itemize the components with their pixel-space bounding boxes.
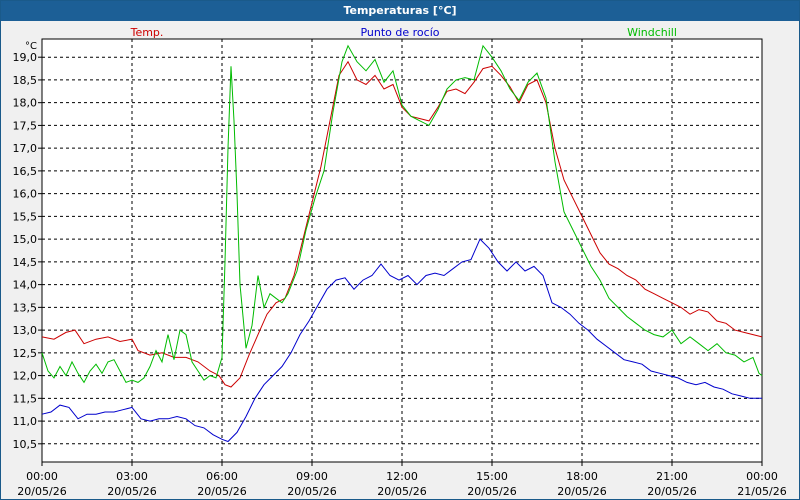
x-axis: 00:00 20/05/26 03:00 20/05/26 06:00 20/05/26 0… bbox=[17, 462, 787, 498]
x-tick-date: 20/05/26 bbox=[287, 485, 336, 498]
x-tick-time: 00:00 bbox=[746, 470, 778, 483]
x-tick-date: 20/05/26 bbox=[557, 485, 606, 498]
x-tick-time: 00:00 bbox=[26, 470, 58, 483]
y-tick-label: 17,0 bbox=[13, 142, 38, 155]
y-tick-label: 19,0 bbox=[13, 51, 38, 64]
y-tick-label: 13,5 bbox=[13, 301, 38, 314]
x-tick-time: 12:00 bbox=[386, 470, 418, 483]
y-axis-unit: °C bbox=[25, 41, 37, 52]
y-tick-label: 16,0 bbox=[13, 188, 38, 201]
x-tick-time: 06:00 bbox=[206, 470, 238, 483]
y-tick-label: 12,5 bbox=[13, 347, 38, 360]
x-tick-time: 15:00 bbox=[476, 470, 508, 483]
x-tick-date: 21/05/26 bbox=[737, 485, 786, 498]
x-tick-date: 20/05/26 bbox=[17, 485, 66, 498]
x-tick-time: 18:00 bbox=[566, 470, 598, 483]
x-tick-date: 20/05/26 bbox=[647, 485, 696, 498]
chart-window: Temperaturas [°C] 10,5 11,0 11,5 12,0 12,5 13… bbox=[0, 0, 800, 500]
legend-entry-1: Punto de rocío bbox=[360, 26, 439, 39]
y-tick-label: 13,0 bbox=[13, 324, 38, 337]
y-tick-label: 15,5 bbox=[13, 210, 38, 223]
x-tick-time: 21:00 bbox=[656, 470, 688, 483]
y-tick-label: 14,5 bbox=[13, 256, 38, 269]
y-tick-label: 16,5 bbox=[13, 165, 38, 178]
y-tick-label: 18,5 bbox=[13, 74, 38, 87]
y-tick-label: 15,0 bbox=[13, 233, 38, 246]
y-tick-label: 18,0 bbox=[13, 97, 38, 110]
x-tick-date: 20/05/26 bbox=[197, 485, 246, 498]
x-tick-date: 20/05/26 bbox=[467, 485, 516, 498]
x-tick-time: 03:00 bbox=[116, 470, 148, 483]
legend-entry-0: Temp. bbox=[130, 26, 164, 39]
y-tick-label: 11,5 bbox=[13, 392, 38, 405]
temperature-chart: 10,5 11,0 11,5 12,0 12,5 13,0 13,5 14,0 14,5 15,0… bbox=[13, 26, 787, 498]
y-tick-label: 12,0 bbox=[13, 370, 38, 383]
y-tick-label: 17,5 bbox=[13, 119, 38, 132]
x-tick-date: 20/05/26 bbox=[377, 485, 426, 498]
y-tick-label: 10,5 bbox=[13, 438, 38, 451]
legend: Temp. Punto de rocío Windchill bbox=[130, 26, 677, 39]
y-axis: 10,5 11,0 11,5 12,0 12,5 13,0 13,5 14,0 14,5 15,0… bbox=[13, 51, 42, 451]
window-title: Temperaturas [°C] bbox=[1, 1, 799, 21]
legend-entry-2: Windchill bbox=[627, 26, 677, 39]
x-tick-date: 20/05/26 bbox=[107, 485, 156, 498]
x-tick-time: 09:00 bbox=[296, 470, 328, 483]
y-tick-label: 14,0 bbox=[13, 279, 38, 292]
y-tick-label: 11,0 bbox=[13, 415, 38, 428]
